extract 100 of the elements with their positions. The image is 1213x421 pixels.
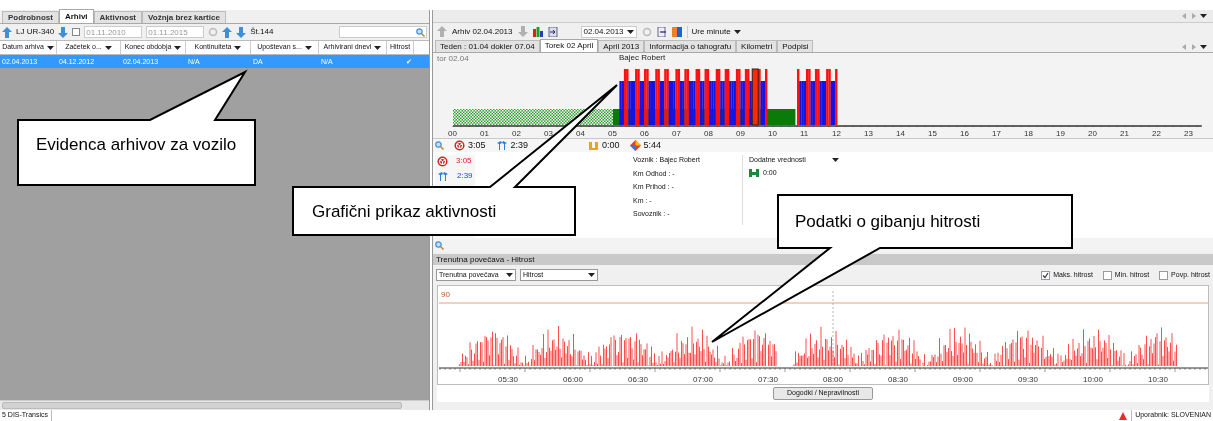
caret-icon [733,29,741,34]
callout-text: Evidenca arhivov za vozilo [36,134,238,156]
tab[interactable]: Torek 02 April [539,39,599,52]
search-field[interactable] [339,26,427,38]
hour-tick-label: 19 [1056,129,1065,138]
hour-tick-label: 22 [1152,129,1161,138]
checkbox[interactable] [1041,270,1051,280]
hour-tick-label: 07 [672,129,681,138]
activity-duration: 5:44 [643,138,662,152]
date-filter-checkbox[interactable] [72,28,81,36]
tab[interactable]: Informacija o tahografu [644,40,737,52]
hour-tick-label: 18 [1024,129,1033,138]
up-arrow-icon[interactable] [2,26,12,38]
time-tick-label: 06:00 [563,375,584,384]
count-label: Št.144 [250,26,274,38]
hour-tick-label: 00 [448,129,457,138]
down-arrow-icon[interactable] [517,26,528,37]
section-header: Trenutna povečava - Hitrost [433,254,1213,265]
checkmark-icon [1042,271,1050,279]
up-arrow-icon[interactable] [437,26,447,37]
hour-tick-label: 20 [1088,129,1097,138]
hour-tick-label: 23 [1184,129,1193,138]
tab[interactable]: Kilometri [736,40,778,52]
time-tick-label: 07:30 [758,375,779,384]
hour-tick-label: 17 [992,129,1001,138]
tab[interactable]: Podpisi [777,40,814,52]
zoom-icon[interactable] [435,141,444,150]
tab[interactable]: Teden : 01.04 dokler 07.04 [435,40,540,52]
activity-duration: 3:05 [456,155,472,167]
box-icon [588,140,600,151]
hour-tick-label: 15 [928,129,937,138]
caret-icon [374,45,382,50]
hour-tick-label: 13 [864,129,873,138]
checkbox[interactable] [1159,270,1169,280]
hour-tick-label: 01 [480,129,489,138]
multicolor-diamond-icon [629,140,641,151]
hammers-icon [495,140,508,151]
hour-tick-label: 04 [576,129,585,138]
tab[interactable]: Vožnja brez kartice [142,11,226,23]
time-tick-label: 07:00 [693,375,714,384]
time-tick-label: 10:00 [1083,375,1104,384]
date-dropdown[interactable]: 02.04.2013 [580,25,637,38]
tachograph-icon [749,168,759,177]
time-tick-label: 10:30 [1148,375,1169,384]
document-arrow-icon[interactable] [547,26,558,37]
callout-text: Grafični prikaz aktivnosti [312,201,497,223]
hour-tick-label: 09 [736,129,745,138]
caret-icon [234,45,242,50]
search-icon[interactable] [416,27,425,37]
checkbox[interactable] [1102,270,1112,280]
time-tick-label: 09:00 [953,375,974,384]
hour-tick-label: 05 [608,129,617,138]
hour-tick-label: 14 [896,129,905,138]
hammers-icon [437,170,449,182]
zoom-icon[interactable] [435,240,444,250]
caret-icon [1200,45,1207,49]
caret-icon [304,45,312,50]
archive-label: Arhiv 02.04.2013 [452,25,513,38]
callout-text: Podatki o gibanju hitrosti [795,211,981,233]
unit-dropdown[interactable]: Ure minute [686,25,741,38]
hour-tick-label: 02 [512,129,521,138]
time-tick-label: 08:30 [888,375,909,384]
scroll-arrows-icon[interactable] [1182,44,1196,50]
up-arrow-icon[interactable] [222,26,233,38]
hour-tick-label: 16 [960,129,969,138]
activity-duration: 2:39 [510,138,529,152]
driver-marker-label: Bajec Robert [619,53,666,62]
tab[interactable]: April 2013 [598,40,645,52]
export-icon[interactable] [656,26,667,37]
hour-tick-label: 06 [640,129,649,138]
caret-icon [626,29,634,34]
activity-duration: 2:39 [457,170,473,182]
bar-chart-icon[interactable] [532,26,543,37]
down-arrow-icon[interactable] [236,26,247,38]
down-arrow-icon[interactable] [58,26,69,38]
time-tick-label: 06:30 [628,375,649,384]
caret-icon [104,45,112,50]
caret-icon [46,45,54,50]
tab[interactable]: Podrobnost [2,11,59,23]
vehicle-label: LJ UR-340 [16,26,55,38]
scrollbar-thumb[interactable] [2,402,402,409]
activity-duration: 3:05 [468,138,486,152]
chart-date-label: tor 02.04 [437,54,469,63]
hour-tick-label: 10 [768,129,777,138]
tab[interactable]: Arhivi [58,9,94,23]
hour-tick-label: 08 [704,129,713,138]
caret-icon [506,273,513,277]
tab[interactable]: Aktivnost [93,11,142,23]
color-chart-icon[interactable] [671,26,682,37]
scroll-arrows-icon[interactable] [1182,13,1196,19]
y-axis-label: 90 [441,290,450,299]
time-tick-label: 09:30 [1018,375,1039,384]
caret-icon [1200,14,1207,18]
activity-duration: 0:00 [602,138,620,152]
hour-tick-label: 21 [1120,129,1129,138]
time-tick-label: 05:30 [498,375,519,384]
hour-tick-label: 11 [800,129,809,138]
refresh-icon[interactable] [641,26,652,37]
refresh-icon[interactable] [208,27,219,37]
caret-icon [831,158,839,163]
